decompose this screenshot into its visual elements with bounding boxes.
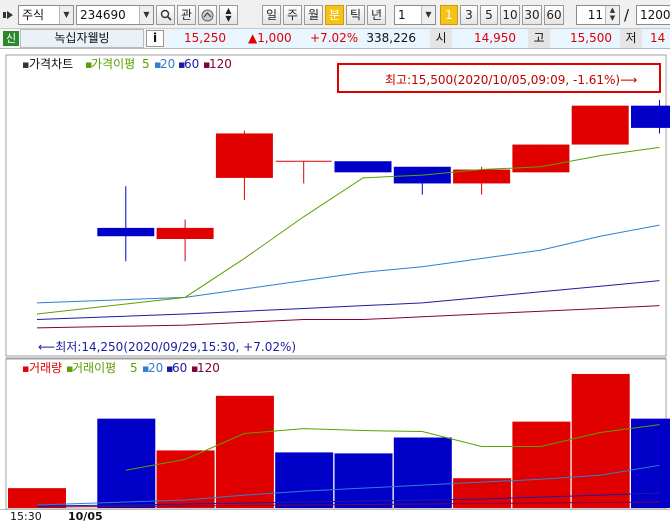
volume-bar — [631, 418, 670, 508]
info-button[interactable]: i — [146, 30, 164, 47]
period-button-3[interactable]: 분 — [325, 5, 344, 25]
chart-shape-icon — [201, 9, 214, 22]
volume-bar — [512, 421, 571, 508]
search-button[interactable] — [156, 5, 175, 25]
price-change: ▲1,000 — [248, 31, 292, 45]
chevron-down-icon[interactable]: ▼ — [421, 6, 435, 24]
candle-body — [334, 161, 392, 173]
count-value: 11 — [587, 8, 603, 22]
high-label: 고 — [528, 29, 550, 48]
candle-body — [571, 105, 629, 145]
candle-body — [97, 227, 155, 237]
candle-body — [631, 105, 670, 128]
high-annotation: 최고:15,500(2020/10/05,09:09, -1.61%)⟶ — [385, 73, 637, 87]
volume-ma-period-20: 20 — [148, 361, 163, 375]
period-button-5[interactable]: 년 — [367, 5, 386, 25]
count-separator: / — [624, 6, 630, 24]
total-count-value: 1200 — [640, 8, 670, 22]
count-input[interactable]: 11 ▲ ▼ — [576, 5, 620, 25]
price-ma-period-5: 5 — [142, 57, 150, 71]
low-label: 저 — [620, 29, 642, 48]
chart-area[interactable]: ▪ 가격차트 ▪ 가격이평 5 ▪ 20 ▪ 60 ▪ 120 최고:15,50… — [0, 49, 670, 511]
current-price: 15,250 — [184, 31, 226, 45]
stock-name[interactable]: 녹십자웰빙 — [20, 29, 144, 48]
stock-code-input[interactable]: 234690 ▼ — [76, 5, 154, 25]
open-label: 시 — [430, 29, 452, 48]
time-label-first: 15:30 — [10, 510, 42, 523]
market-select-value: 주식 — [22, 8, 45, 22]
scroll-stepper[interactable]: ▲ ▼ — [219, 5, 238, 25]
interval-preset-5[interactable]: 5 — [480, 5, 498, 25]
chevron-down-icon[interactable]: ▼ — [59, 6, 73, 24]
low-price: 14 — [650, 31, 666, 45]
interval-preset-10[interactable]: 10 — [500, 5, 520, 25]
low-annotation: ⟵최저:14,250(2020/09/29,15:30, +7.02%) — [38, 340, 296, 354]
open-price: 14,950 — [474, 31, 516, 45]
interval-preset-30[interactable]: 30 — [522, 5, 542, 25]
high-price: 15,500 — [570, 31, 612, 45]
volume-ma-name: 거래이평 — [72, 361, 116, 375]
interval-preset-3[interactable]: 3 — [460, 5, 478, 25]
price-ma-period-120: 120 — [209, 57, 232, 71]
price-panel[interactable] — [5, 54, 667, 357]
trade-volume: 338,226 — [366, 31, 416, 45]
quote-values: 15,250 ▲1,000 +7.02% 338,226 시 14,950 고 … — [168, 29, 670, 48]
chevron-down-icon[interactable]: ▼ — [139, 6, 153, 24]
chart-canvas[interactable]: ▪ 가격차트 ▪ 가격이평 5 ▪ 20 ▪ 60 ▪ 120 최고:15,50… — [0, 49, 670, 511]
interval-value: 1 — [398, 8, 406, 22]
count-stepper[interactable]: ▲ ▼ — [605, 6, 619, 24]
period-button-4[interactable]: 틱 — [346, 5, 365, 25]
period-button-2[interactable]: 월 — [304, 5, 323, 25]
volume-ma-period-120: 120 — [197, 361, 220, 375]
main-toolbar: 주식 ▼ 234690 ▼ 관 ▲ ▼ 일주월분틱년 1 ▼ 1 3 5 10 30 60 … — [0, 0, 670, 29]
market-select[interactable]: 주식 ▼ — [18, 5, 74, 25]
price-ma-period-20: 20 — [160, 57, 175, 71]
price-ma-period-60: 60 — [184, 57, 199, 71]
total-count-input[interactable]: 1200 — [636, 5, 670, 25]
volume-bar — [393, 437, 452, 508]
volume-bar — [215, 395, 274, 508]
volume-bar — [571, 373, 630, 508]
candle-body — [215, 133, 273, 178]
stock-code-value: 234690 — [80, 8, 126, 22]
volume-bar — [275, 452, 334, 508]
interval-select[interactable]: 1 ▼ — [394, 5, 436, 25]
period-button-1[interactable]: 주 — [283, 5, 302, 25]
period-button-0[interactable]: 일 — [262, 5, 281, 25]
volume-bar — [334, 453, 393, 508]
new-listing-badge: 신 — [3, 31, 19, 46]
related-stock-button[interactable]: 관 — [177, 5, 196, 25]
price-ma-name: 가격이평 — [91, 57, 135, 71]
volume-bar — [97, 418, 156, 508]
interval-preset-1[interactable]: 1 — [440, 5, 458, 25]
screen-menu-icon[interactable] — [3, 9, 13, 19]
volume-legend-name: 거래량 — [29, 361, 62, 375]
candle-body — [156, 227, 214, 239]
price-legend-name: 가격차트 — [29, 57, 73, 71]
quote-bar: 신 녹십자웰빙 i 15,250 ▲1,000 +7.02% 338,226 시… — [0, 29, 670, 49]
volume-ma-period-60: 60 — [172, 361, 187, 375]
time-axis: 15:30 10/05 — [0, 509, 670, 524]
chart-shape-button[interactable] — [198, 5, 217, 25]
search-icon — [160, 9, 172, 21]
volume-ma-period-5: 5 — [130, 361, 138, 375]
time-label-date: 10/05 — [68, 510, 103, 523]
interval-preset-60[interactable]: 60 — [544, 5, 564, 25]
